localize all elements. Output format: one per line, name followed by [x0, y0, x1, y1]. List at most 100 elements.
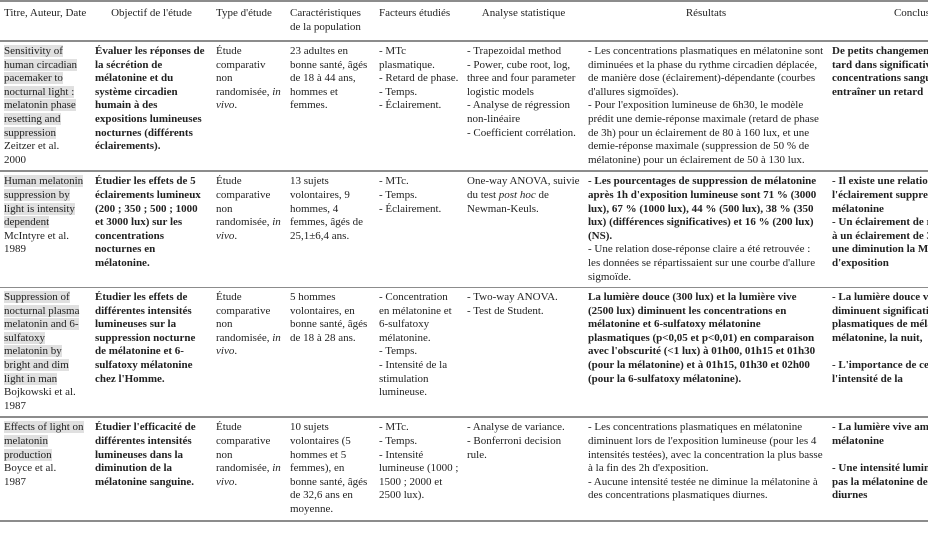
cell-population: 5 hommes volontaires, en bonne santé, âg… — [290, 291, 368, 344]
factor-item: - MTc. — [379, 175, 409, 188]
cell-title-author-date: Effects of light on melatonin production… — [0, 417, 91, 520]
factor-item: - Retard de phase. — [379, 72, 459, 85]
study-type-text: Étude comparative non randomisée, — [216, 291, 271, 344]
factor-item: - Temps. — [379, 85, 418, 98]
header-results: Résultats — [685, 7, 727, 19]
cell-objective: Étudier les effets de 5 éclairements lum… — [95, 175, 201, 269]
result-item: - Aucune intensité testée ne diminue la … — [588, 475, 818, 502]
cell-title-author-date: Suppression of nocturnal plasma melatoni… — [0, 288, 91, 418]
header-objective: Objectif de l'étude — [111, 7, 192, 19]
study-date: 2000 — [4, 153, 26, 166]
study-type-suffix: . — [234, 229, 238, 242]
stat-item: - Two-way ANOVA. — [467, 291, 558, 304]
conclusion-item: De petits changements lumineuse, tard da… — [832, 45, 928, 98]
stat-item: - Test de Student. — [467, 304, 544, 317]
conclusion-item: - La lumière vive am production de mélat… — [832, 421, 928, 448]
conclusion-item: - Une intensité lumineuse diminue pas la… — [832, 462, 928, 502]
result-item: - Les concentrations plasmatiques en mél… — [588, 45, 824, 98]
study-date: 1987 — [4, 399, 26, 412]
cell-study-type: Étude comparative non randomisée, in viv… — [212, 171, 286, 287]
study-type-text: Étude comparativ non randomisée, — [216, 45, 270, 98]
study-author: McIntyre et al. — [4, 229, 70, 242]
conclusion-item: - L'importance de cette liée à l'intensi… — [832, 359, 928, 385]
cell-statistical-analysis: - Two-way ANOVA. - Test de Student. — [463, 288, 584, 418]
table-row: Effects of light on melatonin production… — [0, 417, 928, 521]
cell-statistical-analysis: - Analyse de variance. - Bonferroni deci… — [463, 417, 584, 520]
header-statistical-analysis: Analyse statistique — [481, 7, 566, 19]
factor-item: - Intensité lumineuse (1000 ; 1500 ; 200… — [379, 448, 459, 502]
cell-results: La lumière douce (300 lux) et la lumière… — [584, 288, 828, 418]
cell-objective: Étudier les effets de différentes intens… — [95, 291, 196, 385]
cell-study-type: Étude comparative non randomisée, in viv… — [212, 288, 286, 418]
study-type-suffix: . — [234, 475, 238, 488]
study-type-text: Étude comparative non randomisée, — [216, 175, 271, 229]
conclusion-item: - Un éclairement de ramener la MTc à un … — [832, 216, 928, 269]
header-study-type: Type d'étude — [216, 7, 272, 19]
study-type-text: Étude comparative non randomisée, — [216, 421, 271, 475]
conclusion-item: - La lumière douce vive (2500 lux) dimin… — [832, 291, 928, 344]
cell-factors: - Concentration en mélatonine et 6-sulfa… — [375, 288, 463, 418]
cell-statistical-analysis: One-way ANOVA, suivie du test post hoc d… — [463, 171, 584, 287]
study-date: 1989 — [4, 243, 26, 256]
table-row: Sensitivity of human circadian pacemaker… — [0, 41, 928, 172]
study-author: Boyce et al. — [4, 462, 57, 475]
cell-factors: - MTc. - Temps. - Intensité lumineuse (1… — [375, 417, 463, 520]
cell-study-type: Étude comparativ non randomisée, in vivo… — [212, 41, 286, 171]
header-factors: Facteurs étudiés — [379, 7, 451, 19]
literature-review-table: Titre, Auteur, Date Objectif de l'étude … — [0, 0, 928, 522]
cell-factors: - MTc plasmatique. - Retard de phase. - … — [375, 41, 463, 171]
stat-item: - Analyse de variance. — [467, 421, 565, 434]
factor-item: - Temps. — [379, 188, 418, 201]
table-row: Human melatonin suppression by light is … — [0, 171, 928, 288]
factor-item: - MTc. — [379, 421, 409, 434]
factor-item: - Concentration en mélatonine et 6-sulfa… — [379, 291, 452, 344]
factor-item: - Éclairement. — [379, 99, 442, 112]
study-title[interactable]: Suppression of nocturnal plasma melatoni… — [4, 291, 80, 385]
study-title[interactable]: Effects of light on melatonin production — [4, 421, 84, 461]
factor-item: - Temps. — [379, 345, 418, 358]
stat-item: - Power, cube root, log, three and four … — [467, 58, 576, 98]
cell-statistical-analysis: - Trapezoidal method - Power, cube root,… — [463, 41, 584, 171]
factor-item: - Temps. — [379, 435, 418, 448]
header-conclusion: Conclusion — [893, 7, 928, 19]
study-title[interactable]: Sensitivity of human circadian pacemaker… — [4, 45, 77, 139]
result-item: - Les pourcentages de suppression de mél… — [588, 175, 817, 242]
stat-item: - Trapezoidal method — [467, 45, 562, 57]
factor-item: - Éclairement. — [379, 202, 442, 215]
result-item: La lumière douce (300 lux) et la lumière… — [588, 291, 816, 385]
cell-conclusion: - La lumière douce vive (2500 lux) dimin… — [828, 288, 928, 418]
stat-item: - Analyse de régression non-linéaire — [467, 99, 570, 125]
cell-results: - Les concentrations plasmatiques en mél… — [584, 41, 828, 171]
cell-factors: - MTc. - Temps. - Éclairement. — [375, 171, 463, 287]
factor-item: - Intensité de la stimulation lumineuse. — [379, 359, 448, 399]
cell-objective: Évaluer les réponses de la sécrétion de … — [95, 45, 205, 153]
study-date: 1987 — [4, 475, 26, 488]
result-item: - Pour l'exposition lumineuse de 6h30, l… — [588, 99, 819, 166]
cell-title-author-date: Human melatonin suppression by light is … — [0, 171, 91, 287]
cell-conclusion: - Il existe une relation l'intensité de … — [828, 171, 928, 287]
cell-title-author-date: Sensitivity of human circadian pacemaker… — [0, 41, 91, 171]
stat-item: - Bonferroni decision rule. — [467, 435, 562, 461]
cell-conclusion: - La lumière vive am production de mélat… — [828, 417, 928, 520]
result-item: - Une relation dose-réponse claire a été… — [588, 243, 816, 283]
header-population: Caractéristiques de la population — [290, 7, 361, 33]
study-author: Bojkowski et al. — [4, 386, 76, 399]
conclusion-item: - Il existe une relation l'intensité de … — [832, 175, 928, 215]
cell-population: 23 adultes en bonne santé, âgés de 18 à … — [290, 45, 368, 112]
table-row: Suppression of nocturnal plasma melatoni… — [0, 288, 928, 418]
factor-item: - MTc plasmatique. — [379, 45, 435, 71]
cell-results: - Les concentrations plasmatiques en mél… — [584, 417, 828, 520]
cell-study-type: Étude comparative non randomisée, in viv… — [212, 417, 286, 520]
stat-italic: post hoc — [498, 188, 536, 201]
study-type-suffix: . — [234, 99, 238, 112]
study-title[interactable]: Human melatonin suppression by light is … — [4, 175, 84, 229]
cell-conclusion: De petits changements lumineuse, tard da… — [828, 41, 928, 171]
header-title-author-date: Titre, Auteur, Date — [4, 7, 87, 19]
study-type-suffix: . — [234, 345, 238, 358]
cell-results: - Les pourcentages de suppression de mél… — [584, 171, 828, 287]
cell-population: 13 sujets volontaires, 9 hommes, 4 femme… — [290, 175, 363, 242]
result-item: - Les concentrations plasmatiques en mél… — [588, 421, 823, 475]
cell-objective: Étudier l'efficacité de différentes inte… — [95, 421, 196, 488]
